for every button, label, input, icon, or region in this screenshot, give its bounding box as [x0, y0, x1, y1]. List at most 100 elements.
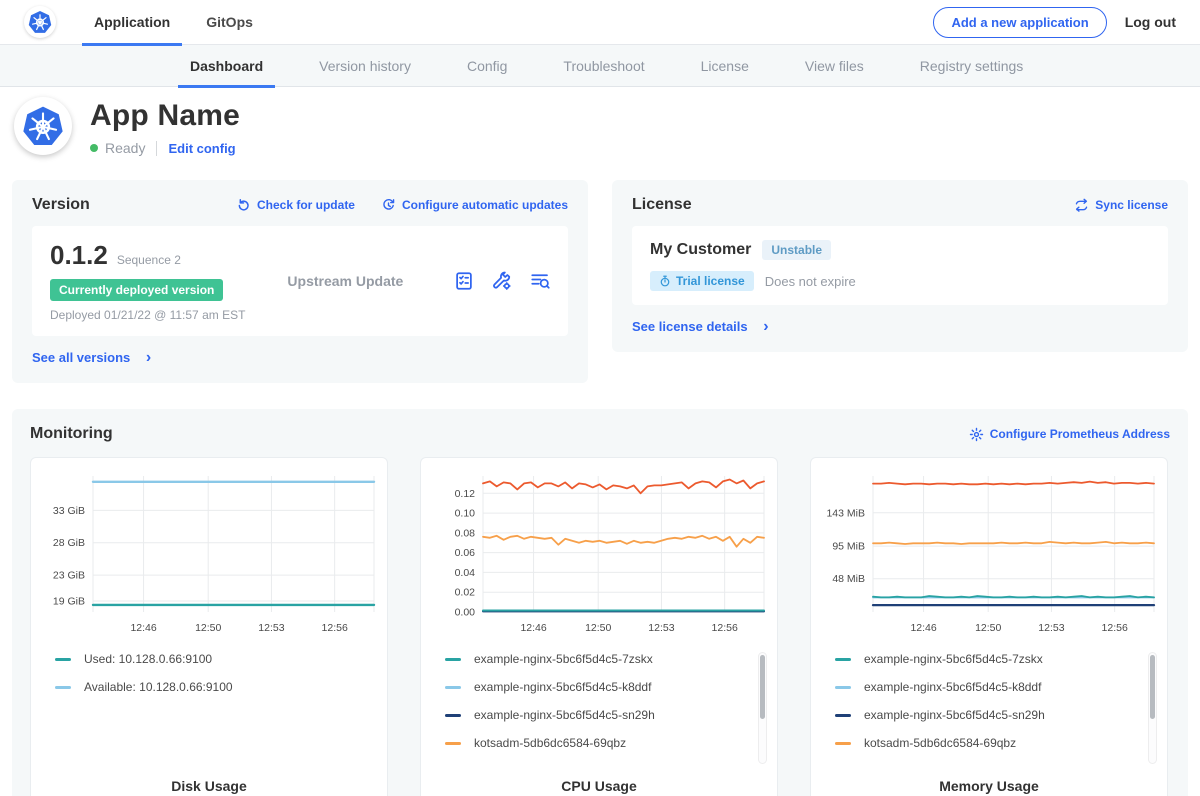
app-name: App Name — [90, 99, 240, 133]
auto-update-clock-icon — [381, 198, 396, 213]
sync-license-button[interactable]: Sync license — [1074, 198, 1168, 213]
topnav-tabs: Application GitOps — [82, 0, 277, 45]
channel-badge: Unstable — [762, 240, 831, 260]
legend-dash-icon — [835, 742, 851, 745]
topnav-tab-gitops[interactable]: GitOps — [194, 0, 265, 45]
see-license-details-link[interactable]: See license details › — [632, 319, 1168, 334]
charts-row: 12:4612:5012:5312:5633 GiB28 GiB23 GiB19… — [30, 457, 1170, 796]
app-header: App Name Ready Edit config — [0, 87, 1200, 172]
chevron-right-icon: › — [146, 353, 151, 363]
svg-text:28 GiB: 28 GiB — [53, 537, 85, 549]
configure-automatic-updates-button[interactable]: Configure automatic updates — [381, 198, 568, 213]
disk-usage-chart: 12:4612:5012:5312:5633 GiB28 GiB23 GiB19… — [39, 468, 381, 638]
refresh-icon — [236, 198, 251, 213]
legend-label: example-nginx-5bc6f5d4c5-k8ddf — [864, 680, 1041, 694]
preflight-checks-icon[interactable] — [492, 271, 512, 291]
monitoring-section: Monitoring Configure Prometheus Address … — [12, 409, 1188, 796]
legend-item: example-nginx-5bc6f5d4c5-k8ddf — [445, 680, 749, 694]
see-all-versions-link[interactable]: See all versions › — [32, 350, 568, 365]
svg-text:12:53: 12:53 — [648, 622, 674, 634]
legend-scrollbar-track — [758, 652, 767, 764]
version-card: Version Check for update Configure autom… — [12, 180, 588, 383]
app-subnav: Dashboard Version history Config Troublesho… — [0, 45, 1200, 87]
configure-prometheus-button[interactable]: Configure Prometheus Address — [969, 427, 1170, 442]
svg-text:23 GiB: 23 GiB — [53, 570, 85, 582]
svg-text:0.04: 0.04 — [455, 567, 476, 579]
license-expiry: Does not expire — [765, 274, 856, 289]
legend-item: Used: 10.128.0.66:9100 — [55, 652, 359, 666]
release-notes-icon[interactable] — [454, 271, 474, 291]
cpu-usage-legend: example-nginx-5bc6f5d4c5-7zskx example-ng… — [445, 652, 769, 770]
license-card-title: License — [632, 196, 692, 214]
see-all-versions-label: See all versions — [32, 350, 130, 365]
legend-dash-icon — [835, 658, 851, 661]
kubernetes-logo-icon — [24, 6, 56, 38]
subnav-tab-config[interactable]: Config — [455, 45, 519, 87]
legend-label: kotsadm-5db6dc6584-69qbz — [864, 736, 1016, 750]
subnav-tab-version-history[interactable]: Version history — [307, 45, 423, 87]
disk-usage-card: 12:4612:5012:5312:5633 GiB28 GiB23 GiB19… — [30, 457, 388, 796]
disk-usage-legend: Used: 10.128.0.66:9100 Available: 10.128.… — [55, 652, 379, 770]
svg-text:95 MiB: 95 MiB — [832, 541, 865, 553]
chart-title: CPU Usage — [429, 778, 769, 794]
subnav-tab-dashboard[interactable]: Dashboard — [178, 45, 275, 87]
subnav-tab-view-files[interactable]: View files — [793, 45, 876, 87]
legend-item: example-nginx-5bc6f5d4c5-7zskx — [835, 652, 1139, 666]
check-for-update-button[interactable]: Check for update — [236, 198, 355, 213]
version-card-title: Version — [32, 196, 90, 214]
svg-text:33 GiB: 33 GiB — [53, 505, 85, 517]
sync-license-label: Sync license — [1095, 198, 1168, 212]
version-number: 0.1.2 — [50, 240, 108, 271]
memory-usage-card: 12:4612:5012:5312:56143 MiB95 MiB48 MiB … — [810, 457, 1168, 796]
legend-label: example-nginx-5bc6f5d4c5-7zskx — [474, 652, 653, 666]
subnav-tab-registry-settings[interactable]: Registry settings — [908, 45, 1035, 87]
see-license-details-label: See license details — [632, 319, 748, 334]
configure-automatic-updates-label: Configure automatic updates — [402, 198, 568, 212]
configure-prometheus-label: Configure Prometheus Address — [990, 427, 1170, 441]
logout-button[interactable]: Log out — [1125, 14, 1176, 30]
cpu-usage-chart: 12:4612:5012:5312:560.120.100.080.060.04… — [429, 468, 771, 638]
legend-dash-icon — [55, 658, 71, 661]
subnav-tab-license[interactable]: License — [689, 45, 761, 87]
svg-text:0.06: 0.06 — [455, 547, 476, 559]
legend-item: example-nginx-5bc6f5d4c5-sn29h — [445, 708, 749, 722]
license-card: License Sync license My Customer Unstabl… — [612, 180, 1188, 352]
memory-usage-legend: example-nginx-5bc6f5d4c5-7zskx example-ng… — [835, 652, 1159, 770]
memory-usage-chart: 12:4612:5012:5312:56143 MiB95 MiB48 MiB — [819, 468, 1161, 638]
version-source: Upstream Update — [287, 273, 403, 289]
legend-scrollbar-thumb[interactable] — [1150, 655, 1155, 719]
stopwatch-icon — [659, 275, 671, 287]
legend-label: example-nginx-5bc6f5d4c5-k8ddf — [474, 680, 651, 694]
deployed-timestamp: Deployed 01/21/22 @ 11:57 am EST — [50, 308, 245, 322]
trial-license-label: Trial license — [676, 274, 745, 288]
edit-config-link[interactable]: Edit config — [168, 141, 235, 156]
chart-title: Disk Usage — [39, 778, 379, 794]
topnav-tab-application[interactable]: Application — [82, 0, 182, 45]
svg-text:12:53: 12:53 — [258, 622, 284, 634]
legend-label: example-nginx-5bc6f5d4c5-sn29h — [864, 708, 1045, 722]
legend-dash-icon — [445, 658, 461, 661]
sync-icon — [1074, 198, 1089, 213]
top-nav: ApplicationGitOps Add a new application … — [0, 0, 1200, 45]
svg-text:12:56: 12:56 — [322, 622, 348, 634]
legend-scrollbar-thumb[interactable] — [760, 655, 765, 719]
add-application-button[interactable]: Add a new application — [933, 7, 1106, 38]
legend-item: example-nginx-5bc6f5d4c5-k8ddf — [835, 680, 1139, 694]
svg-text:0.12: 0.12 — [455, 488, 476, 500]
legend-item: kotsadm-5db6dc6584-69qbz — [835, 736, 1139, 750]
chart-title: Memory Usage — [819, 778, 1159, 794]
legend-label: Available: 10.128.0.66:9100 — [84, 680, 233, 694]
app-status: Ready — [105, 140, 145, 156]
check-for-update-label: Check for update — [257, 198, 355, 212]
svg-text:0.02: 0.02 — [455, 587, 476, 599]
divider — [156, 141, 157, 156]
license-panel: My Customer Unstable Trial license Does … — [632, 226, 1168, 305]
svg-text:0.10: 0.10 — [455, 508, 476, 520]
legend-label: example-nginx-5bc6f5d4c5-7zskx — [864, 652, 1043, 666]
cpu-usage-card: 12:4612:5012:5312:560.120.100.080.060.04… — [420, 457, 778, 796]
legend-dash-icon — [445, 686, 461, 689]
ready-status-dot-icon — [90, 144, 98, 152]
svg-text:12:50: 12:50 — [975, 622, 1001, 634]
subnav-tab-troubleshoot[interactable]: Troubleshoot — [551, 45, 656, 87]
deploy-logs-icon[interactable] — [530, 271, 550, 291]
